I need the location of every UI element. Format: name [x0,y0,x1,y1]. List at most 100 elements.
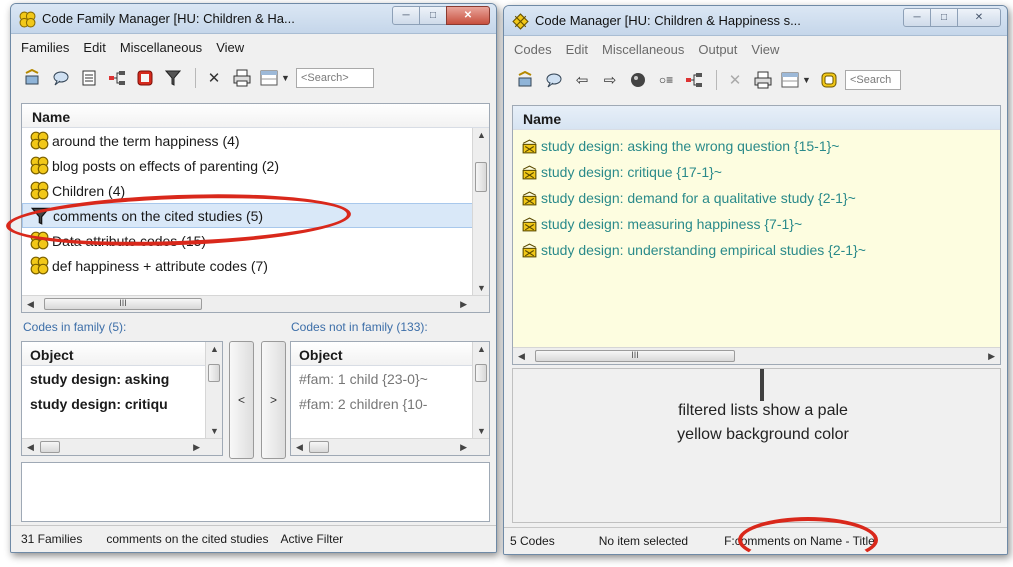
annotation-arrow-icon [760,369,764,401]
code-icon [522,139,537,153]
code-count: 5 Codes [510,534,555,548]
family-list-item[interactable]: comments on the cited studies (5) [22,203,489,228]
horizontal-scrollbar[interactable]: ◀ ▶ [291,438,489,455]
delete-icon[interactable]: ✕ [202,67,226,89]
delete-icon[interactable]: ✕ [723,69,747,91]
maximize-button[interactable]: □ [419,6,447,25]
family-list-item[interactable]: blog posts on effects of parenting (2) [22,153,489,178]
comment-icon[interactable] [49,67,73,89]
menu-families[interactable]: Families [21,40,69,62]
toolbar: ✕ ▼ <Search> [11,64,496,92]
codes-in-family-label: Codes in family (5): [23,320,127,334]
codes-in-family-list: Object study design: asking study design… [21,341,223,456]
minimize-button[interactable]: ─ [903,8,931,27]
close-button[interactable]: ✕ [957,8,1001,27]
window-title: Code Manager [HU: Children & Happiness s… [535,13,801,28]
horizontal-scrollbar[interactable]: ◀ ▶ [22,438,222,455]
comment-icon[interactable] [542,69,566,91]
current-family: comments on the cited studies [106,532,269,546]
menu-edit[interactable]: Edit [83,40,105,62]
stop-icon[interactable] [133,67,157,89]
object-column-header[interactable]: Object [291,342,489,366]
search-input[interactable]: <Search [845,70,901,90]
remove-from-family-button[interactable]: > [261,341,286,459]
family-filter-icon[interactable] [817,69,841,91]
network-icon[interactable] [682,69,706,91]
print-icon[interactable] [230,67,254,89]
menu-codes[interactable]: Codes [514,42,552,64]
print-icon[interactable] [751,69,775,91]
family-label: around the term happiness (4) [52,132,240,149]
family-icon [30,156,49,175]
family-list-item[interactable]: around the term happiness (4) [22,128,489,153]
family-icon [30,231,49,250]
family-icon [30,131,49,150]
network-icon[interactable] [105,67,129,89]
maximize-button[interactable]: □ [930,8,958,27]
minimize-button[interactable]: ─ [392,6,420,25]
code-list-item[interactable]: study design: demand for a qualitative s… [513,185,1000,211]
menu-miscellaneous[interactable]: Miscellaneous [120,40,202,62]
vertical-scrollbar[interactable]: ▲ ▼ [472,128,489,295]
code-label: study design: measuring happiness {7-1}~ [541,216,803,232]
menu-bar: Codes Edit Miscellaneous Output View [504,42,1007,64]
toolbar-separator [195,68,196,88]
comment-pane[interactable] [21,462,490,522]
family-list-item[interactable]: Data attribute codes (15) [22,228,489,253]
family-label: Children (4) [52,182,126,199]
add-to-family-button[interactable]: < [229,341,254,459]
list-item[interactable]: study design: asking [22,366,222,391]
menu-miscellaneous[interactable]: Miscellaneous [602,42,684,64]
code-icon [522,243,537,257]
circle-icon[interactable] [626,69,650,91]
back-arrow-icon[interactable]: ⇦ [570,69,594,91]
title-bar[interactable]: Code Family Manager [HU: Children & Ha..… [11,4,496,34]
menu-edit[interactable]: Edit [566,42,588,64]
code-icon [512,13,529,30]
codes-not-in-family-list: Object #fam: 1 child {23-0}~ #fam: 2 chi… [290,341,490,456]
family-icon [30,256,49,275]
family-list-item[interactable]: def happiness + attribute codes (7) [22,253,489,278]
new-code-icon[interactable] [514,69,538,91]
forward-arrow-icon[interactable]: ⇨ [598,69,622,91]
horizontal-scrollbar[interactable]: ◀ III ▶ [513,347,1000,364]
code-list-item[interactable]: study design: measuring happiness {7-1}~ [513,211,1000,237]
list-item[interactable]: #fam: 2 children {10- [291,391,489,416]
code-family-manager-window: Code Family Manager [HU: Children & Ha..… [10,3,497,553]
search-input[interactable]: <Search> [296,68,374,88]
code-icon [522,165,537,179]
new-family-icon[interactable] [21,67,45,89]
family-count: 31 Families [21,532,83,546]
horizontal-scrollbar[interactable]: ◀ III ▶ [22,295,489,312]
menu-output[interactable]: Output [698,42,737,64]
code-list-item[interactable]: study design: asking the wrong question … [513,133,1000,159]
list-item[interactable]: study design: critiqu [22,391,222,416]
toolbar: ⇦ ⇨ ○≡ ✕ ▼ <Search [504,66,1007,94]
family-list-item[interactable]: Children (4) [22,178,489,203]
filter-icon[interactable] [161,67,185,89]
title-bar[interactable]: Code Manager [HU: Children & Happiness s… [504,6,1007,36]
menu-view[interactable]: View [216,40,244,62]
status-bar: 31 Families comments on the cited studie… [11,525,496,552]
code-label: study design: critique {17-1}~ [541,164,722,180]
name-column-header[interactable]: Name [513,106,1000,130]
document-icon[interactable] [77,67,101,89]
menu-view[interactable]: View [751,42,779,64]
family-icon [19,11,36,28]
code-icon [522,217,537,231]
table-view-icon[interactable]: ▼ [779,69,813,91]
codes-not-in-family-label: Codes not in family (133): [291,320,428,334]
code-link-icon[interactable]: ○≡ [654,69,678,91]
code-label: study design: asking the wrong question … [541,138,840,154]
vertical-scrollbar[interactable]: ▲ ▼ [205,342,222,438]
code-list-item[interactable]: study design: critique {17-1}~ [513,159,1000,185]
vertical-scrollbar[interactable]: ▲ ▼ [472,342,489,438]
family-list: Name around the term happiness (4) blog p… [21,103,490,313]
object-column-header[interactable]: Object [22,342,222,366]
list-item[interactable]: #fam: 1 child {23-0}~ [291,366,489,391]
close-button[interactable]: ✕ [446,6,490,25]
table-view-icon[interactable]: ▼ [258,67,292,89]
name-column-header[interactable]: Name [22,104,489,128]
code-list-item[interactable]: study design: understanding empirical st… [513,237,1000,263]
comment-pane[interactable]: filtered lists show a pale yellow backgr… [512,368,1001,523]
